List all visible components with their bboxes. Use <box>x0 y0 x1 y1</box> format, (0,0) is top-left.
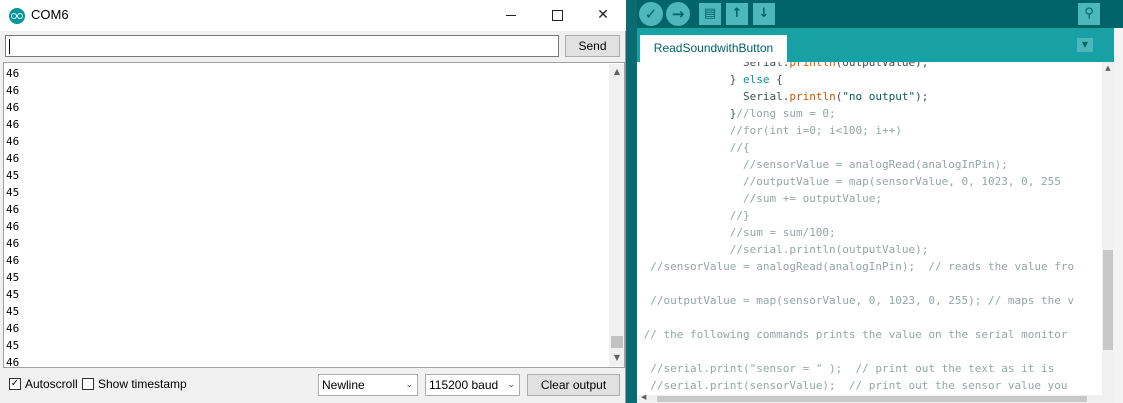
output-line: 46 <box>6 322 20 335</box>
save-button[interactable]: ↓ <box>753 3 775 25</box>
arduino-logo-icon <box>9 8 25 24</box>
arrow-down-icon: ↓ <box>758 6 770 21</box>
send-button[interactable]: Send <box>565 35 620 57</box>
tab-menu-button[interactable]: ▼ <box>1077 38 1093 52</box>
output-line: 46 <box>6 118 20 131</box>
output-line: 45 <box>6 305 20 318</box>
baud-rate-dropdown[interactable]: 115200 baud ⌄ <box>425 374 520 396</box>
upload-button[interactable]: → <box>666 2 690 26</box>
editor-vertical-scrollbar[interactable]: ▲ <box>1102 62 1114 403</box>
tab-readsoundwithbutton[interactable]: ReadSoundwithButton <box>640 35 787 62</box>
code-editor[interactable]: Serial.println(outputValue); } else { Se… <box>637 62 1114 403</box>
chevron-down-icon: ⌄ <box>507 380 515 390</box>
scrollbar-thumb[interactable] <box>1103 250 1113 350</box>
window-gap <box>626 0 637 403</box>
output-line: 46 <box>6 220 20 233</box>
checkmark-icon: ✓ <box>644 5 658 23</box>
serial-output-area[interactable]: 46 46 46 46 46 46 45 45 46 46 46 46 45 4… <box>3 62 625 368</box>
editor-horizontal-scrollbar[interactable]: ◀ <box>637 393 1102 403</box>
window-title: COM6 <box>31 7 69 22</box>
close-button[interactable]: ✕ <box>580 0 626 31</box>
line-ending-value: Newline <box>322 378 365 392</box>
new-file-icon: ▤ <box>703 6 717 21</box>
output-line: 46 <box>6 135 20 148</box>
title-bar: COM6 ✕ <box>0 0 626 31</box>
scrollbar-thumb[interactable] <box>611 336 623 348</box>
minimize-button[interactable] <box>488 0 534 31</box>
adjacent-window-edge <box>1114 28 1123 403</box>
output-line: 45 <box>6 288 20 301</box>
scroll-up-arrow-icon[interactable]: ▲ <box>1102 62 1114 74</box>
output-line: 46 <box>6 84 20 97</box>
scroll-down-arrow-icon[interactable]: ▼ <box>609 350 624 366</box>
arrow-right-icon: → <box>671 5 685 23</box>
output-line: 46 <box>6 67 20 80</box>
send-text-input[interactable] <box>5 35 559 57</box>
arrow-up-icon: ↑ <box>731 6 743 21</box>
output-line: 46 <box>6 356 20 368</box>
output-line: 46 <box>6 101 20 114</box>
baud-rate-value: 115200 baud <box>429 378 499 392</box>
output-line: 46 <box>6 237 20 250</box>
output-line: 45 <box>6 186 20 199</box>
line-ending-dropdown[interactable]: Newline ⌄ <box>318 374 418 396</box>
magnifier-icon: ⚲ <box>1084 6 1094 21</box>
output-lines: 46 46 46 46 46 46 45 45 46 46 46 46 45 4… <box>6 65 20 368</box>
output-line: 45 <box>6 169 20 182</box>
open-button[interactable]: ↑ <box>726 3 748 25</box>
text-caret <box>9 39 10 54</box>
scroll-up-arrow-icon[interactable]: ▲ <box>609 64 624 80</box>
output-line: 46 <box>6 152 20 165</box>
output-line: 46 <box>6 203 20 216</box>
code-lines: Serial.println(outputValue); } else { Se… <box>637 62 1075 392</box>
arduino-ide-window: ✓ → ▤ ↑ ↓ ⚲ ReadSoundwithButton ▼ Serial… <box>637 0 1123 403</box>
autoscroll-label: Autoscroll <box>25 377 78 391</box>
autoscroll-checkbox[interactable]: ✓ <box>9 378 21 390</box>
output-line: 45 <box>6 271 20 284</box>
scroll-left-arrow-icon[interactable]: ◀ <box>641 393 646 401</box>
new-sketch-button[interactable]: ▤ <box>699 3 721 25</box>
sketch-tab-bar: ReadSoundwithButton ▼ <box>637 28 1123 62</box>
chevron-down-icon: ⌄ <box>405 380 413 390</box>
show-timestamp-checkbox[interactable] <box>82 378 94 390</box>
clear-output-button[interactable]: Clear output <box>527 374 620 396</box>
output-vertical-scrollbar[interactable]: ▲ ▼ <box>609 64 624 366</box>
show-timestamp-label: Show timestamp <box>98 377 187 391</box>
serial-bottom-bar: ✓ Autoscroll Show timestamp Newline ⌄ 11… <box>0 370 626 403</box>
verify-button[interactable]: ✓ <box>639 2 663 26</box>
scrollbar-thumb[interactable] <box>657 396 1087 402</box>
serial-monitor-window: COM6 ✕ Send 46 46 46 46 46 46 45 45 46 4… <box>0 0 626 403</box>
output-line: 45 <box>6 339 20 352</box>
serial-monitor-button[interactable]: ⚲ <box>1078 3 1100 25</box>
maximize-button[interactable] <box>534 0 580 31</box>
output-line: 46 <box>6 254 20 267</box>
